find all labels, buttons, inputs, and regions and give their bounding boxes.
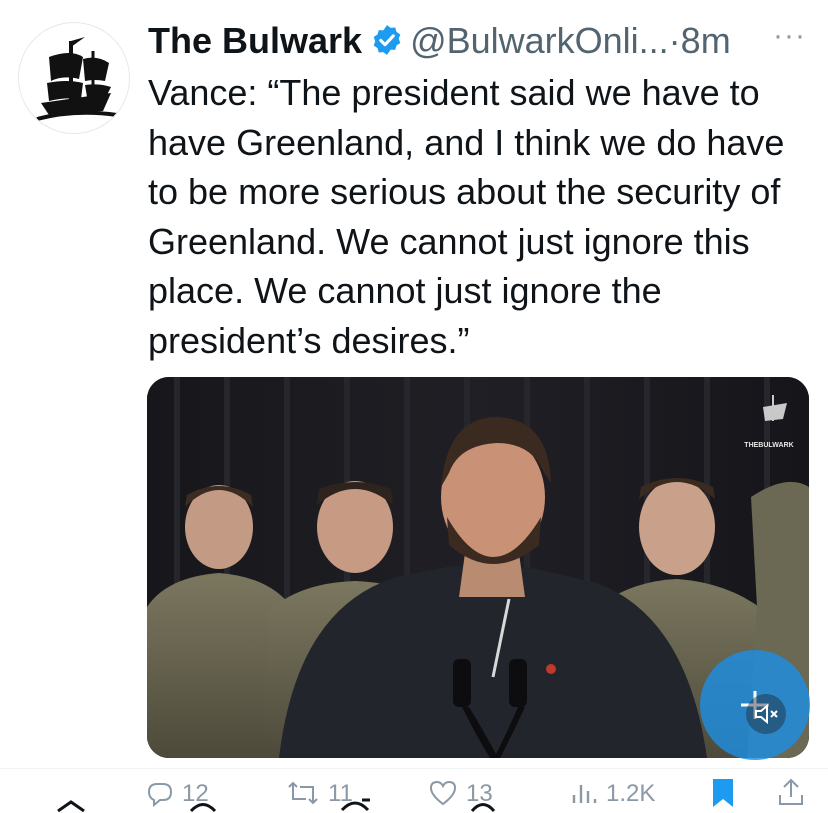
bookmark-icon	[713, 779, 733, 807]
home-nav-icon[interactable]	[56, 798, 86, 812]
spaces-nav-icon[interactable]	[338, 798, 372, 812]
notifications-nav-icon[interactable]	[468, 798, 498, 812]
author-handle[interactable]: @BulwarkOnli...	[410, 20, 669, 61]
author-avatar[interactable]	[18, 22, 130, 134]
views-icon	[572, 785, 597, 803]
volume-mute-icon	[755, 703, 778, 725]
views-action[interactable]: 1.2K	[570, 777, 655, 813]
views-count: 1.2K	[606, 780, 656, 807]
author-name[interactable]: The Bulwark	[148, 20, 362, 61]
share-icon	[779, 778, 803, 805]
share-action[interactable]	[776, 777, 814, 813]
ship-logo-icon	[36, 37, 118, 121]
video-watermark: THEBULWARK	[744, 442, 793, 449]
bookmark-action[interactable]	[710, 777, 744, 813]
time-separator: ·	[668, 20, 681, 61]
tweet-timestamp[interactable]: 8m	[681, 20, 731, 61]
more-icon[interactable]: ···	[773, 16, 806, 56]
volume-mute-button[interactable]	[746, 694, 786, 734]
search-nav-icon[interactable]	[188, 798, 218, 812]
tweet-header: The Bulwark @BulwarkOnli...·8m	[148, 16, 818, 66]
like-icon	[429, 780, 457, 806]
verified-badge-icon	[370, 20, 404, 70]
reply-icon	[147, 783, 173, 808]
tweet-text: Vance: “The president said we have to ha…	[148, 72, 785, 361]
retweet-icon	[288, 781, 318, 805]
tweet-actions: 12 11 13 1.2K	[0, 768, 828, 812]
